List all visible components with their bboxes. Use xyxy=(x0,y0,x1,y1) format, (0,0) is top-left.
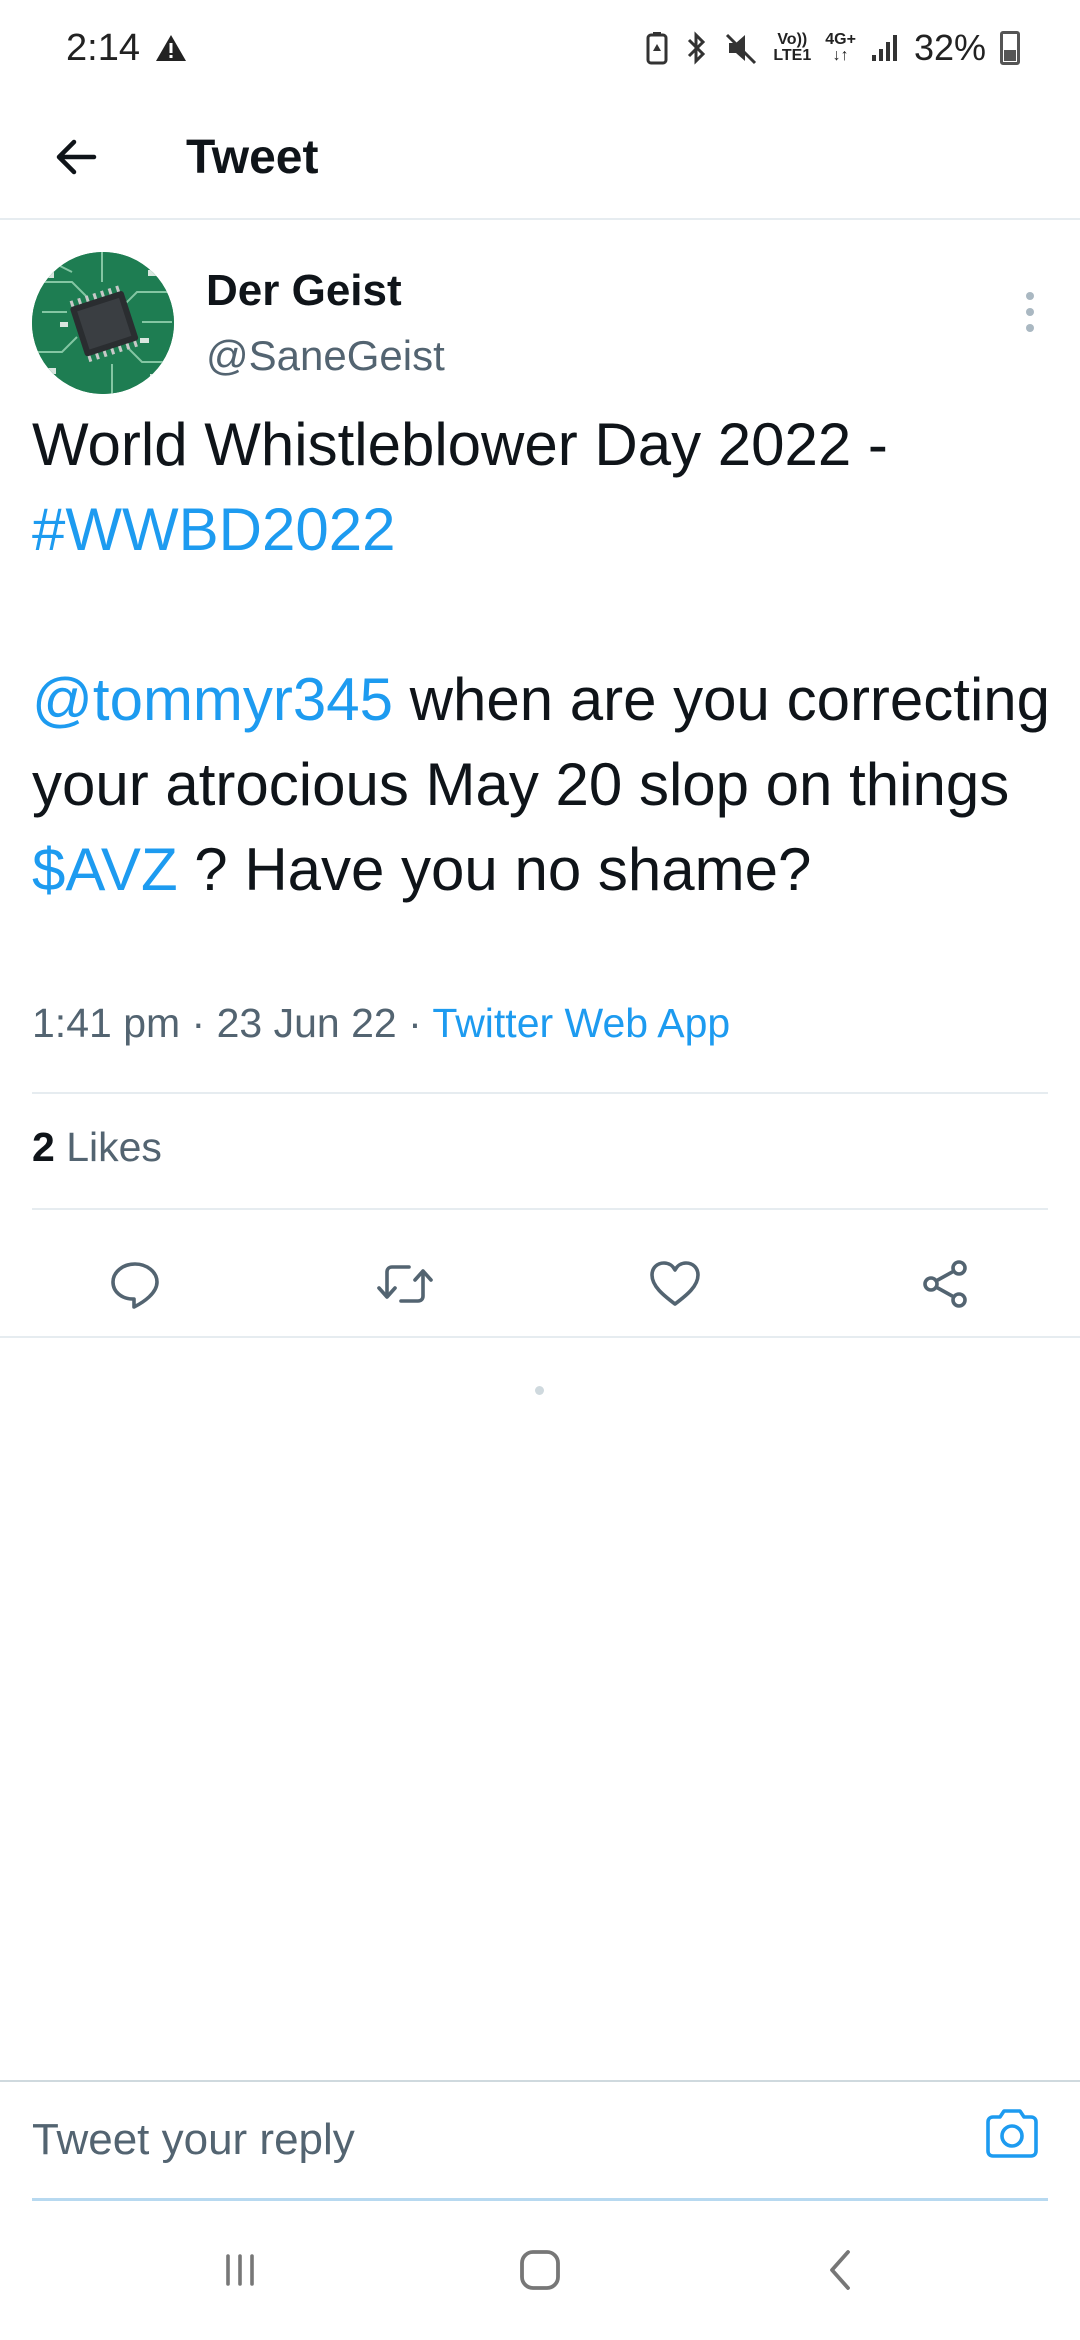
cashtag-link[interactable]: $AVZ xyxy=(32,836,178,903)
likes-summary[interactable]: 2 Likes xyxy=(32,1124,162,1171)
tweet: Der Geist @SaneGeist World Whistleblower… xyxy=(0,222,1080,1338)
share-icon xyxy=(923,1260,967,1308)
divider xyxy=(0,1336,1080,1338)
status-bar: 2:14 Vo)) LTE1 4G+ ↓↑ 32% xyxy=(0,0,1080,96)
divider xyxy=(32,1092,1048,1094)
system-nav-bar xyxy=(0,2200,1080,2340)
tweet-source-link[interactable]: Twitter Web App xyxy=(432,1000,730,1046)
back-button[interactable] xyxy=(36,117,116,197)
reply-bar xyxy=(0,2080,1080,2201)
bluetooth-icon xyxy=(683,31,711,65)
tweet-text-part: ? Have you no shame? xyxy=(177,836,812,903)
app-bar: Tweet xyxy=(0,96,1080,220)
battery-saver-icon xyxy=(645,31,669,65)
reply-button[interactable] xyxy=(0,1234,270,1334)
battery-icon xyxy=(1000,31,1020,65)
divider xyxy=(32,1208,1048,1210)
hashtag-link[interactable]: #WWBD2022 xyxy=(32,487,1052,572)
signal-icon xyxy=(870,33,900,63)
likes-label: Likes xyxy=(54,1124,162,1170)
like-button[interactable] xyxy=(540,1234,810,1334)
warning-icon xyxy=(154,33,188,63)
mute-icon xyxy=(725,31,759,65)
battery-percent: 32% xyxy=(913,27,986,68)
system-back-button[interactable] xyxy=(780,2220,900,2320)
home-icon xyxy=(520,2250,560,2290)
likes-count: 2 xyxy=(32,1124,55,1170)
recent-apps-icon xyxy=(226,2254,254,2286)
arrow-left-icon xyxy=(56,139,97,175)
chevron-left-icon xyxy=(830,2250,850,2290)
tweet-paragraph: @tommyr345 when are you correcting your … xyxy=(32,657,1052,912)
status-left: 2:14 xyxy=(66,27,188,70)
reply-input[interactable] xyxy=(32,2104,892,2176)
camera-button[interactable] xyxy=(980,2102,1044,2166)
mobile-data-icon: 4G+ ↓↑ xyxy=(825,31,856,64)
mention-link[interactable]: @tommyr345 xyxy=(32,666,393,733)
tweet-meta: 1:41 pm · 23 Jun 22 · Twitter Web App xyxy=(32,1000,730,1047)
retweet-button[interactable] xyxy=(270,1234,540,1334)
home-button[interactable] xyxy=(480,2220,600,2320)
tweet-text: World Whistleblower Day 2022 - #WWBD2022… xyxy=(32,402,1052,912)
status-right: Vo)) LTE1 4G+ ↓↑ 32% xyxy=(645,27,1020,69)
status-time: 2:14 xyxy=(66,26,140,69)
retweet-icon xyxy=(377,1265,433,1303)
tweet-actions xyxy=(0,1222,1080,1346)
recent-apps-button[interactable] xyxy=(180,2220,300,2320)
author-row: Der Geist @SaneGeist xyxy=(0,222,1080,394)
meta-separator: · xyxy=(396,1000,433,1046)
tweet-time: 1:41 pm xyxy=(32,1000,181,1046)
circuit-board-image xyxy=(32,252,174,394)
loading-indicator xyxy=(535,1386,544,1395)
tweet-text-line: World Whistleblower Day 2022 - xyxy=(32,411,888,478)
heart-icon xyxy=(650,1261,700,1306)
author-name[interactable]: Der Geist xyxy=(206,266,402,316)
avatar[interactable] xyxy=(32,252,174,394)
reply-icon xyxy=(111,1262,159,1309)
page-title: Tweet xyxy=(186,130,319,184)
meta-separator: · xyxy=(180,1000,217,1046)
volte-icon: Vo)) LTE1 xyxy=(773,31,812,64)
author-handle[interactable]: @SaneGeist xyxy=(206,332,445,380)
screen: 2:14 Vo)) LTE1 4G+ ↓↑ 32% Tweet Der Geis… xyxy=(0,0,1080,2340)
camera-icon xyxy=(986,2109,1038,2158)
share-button[interactable] xyxy=(810,1234,1080,1334)
tweet-date: 23 Jun 22 xyxy=(216,1000,397,1046)
more-options-icon[interactable] xyxy=(1002,272,1058,352)
